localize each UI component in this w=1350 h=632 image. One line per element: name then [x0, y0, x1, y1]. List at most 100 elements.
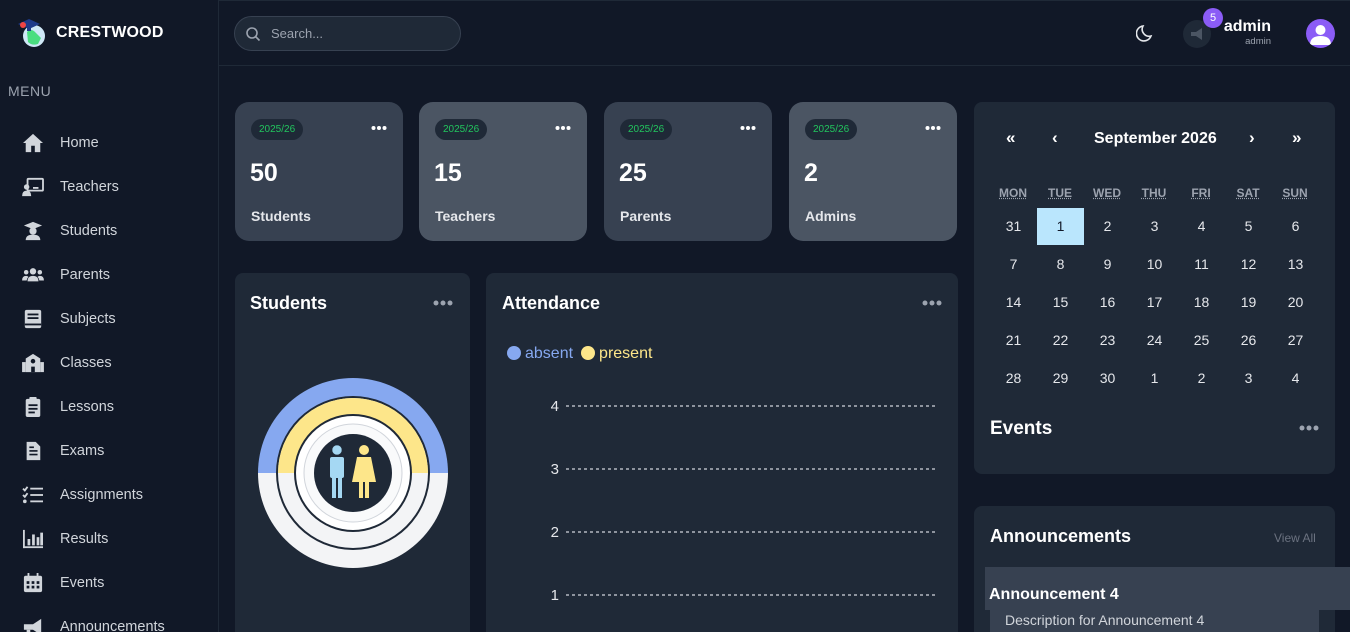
calendar-day[interactable]: 5 — [1225, 208, 1272, 245]
weekday-label: FRI — [1191, 186, 1211, 200]
sidebar-item-lessons[interactable]: Lessons — [22, 385, 165, 429]
sidebar-item-subjects[interactable]: Subjects — [22, 297, 165, 341]
prev-month-button[interactable]: ‹ — [1052, 128, 1058, 148]
sidebar-item-label: Exams — [60, 443, 105, 459]
calendar-day[interactable]: 30 — [1084, 360, 1131, 397]
calendar-day[interactable]: 15 — [1037, 284, 1084, 321]
calendar-day[interactable]: 2 — [1084, 208, 1131, 245]
calendar-day[interactable]: 6 — [1272, 208, 1319, 245]
legend-item-absent[interactable]: absent — [507, 345, 573, 363]
legend-swatch — [581, 346, 596, 360]
sidebar-item-label: Students — [60, 223, 118, 239]
calendar-day[interactable]: 23 — [1084, 322, 1131, 359]
stat-label: Admins — [805, 208, 857, 224]
more-icon[interactable] — [922, 299, 942, 307]
search-box[interactable] — [234, 16, 461, 51]
calendar-day[interactable]: 8 — [1037, 246, 1084, 283]
more-icon[interactable] — [1299, 424, 1319, 432]
school-icon — [22, 353, 44, 373]
students-panel: Students — [235, 273, 470, 632]
calendar-month-label[interactable]: September 2026 — [1094, 130, 1217, 148]
sidebar-item-home[interactable]: Home — [22, 121, 165, 165]
calendar-day[interactable]: 11 — [1178, 246, 1225, 283]
sidebar-item-announcements[interactable]: Announcements — [22, 605, 165, 632]
calendar-day[interactable]: 24 — [1131, 322, 1178, 359]
bar-chart-icon — [23, 529, 43, 549]
stat-value: 50 — [250, 159, 278, 187]
calendar-day[interactable]: 12 — [1225, 246, 1272, 283]
calendar-day[interactable]: 16 — [1084, 284, 1131, 321]
calendar-day[interactable]: 28 — [990, 360, 1037, 397]
brand-logo[interactable]: CRESTWOOD — [16, 16, 164, 50]
sidebar-item-results[interactable]: Results — [22, 517, 165, 561]
sidebar-item-students[interactable]: Students — [22, 209, 165, 253]
more-icon[interactable] — [371, 120, 387, 136]
chart-legend: absent present — [507, 345, 652, 363]
megaphone-icon — [23, 618, 42, 632]
stat-label: Teachers — [435, 208, 496, 224]
calendar-day[interactable]: 17 — [1131, 284, 1178, 321]
more-icon[interactable] — [925, 120, 941, 136]
legend-item-present[interactable]: present — [581, 345, 652, 363]
calendar-day[interactable]: 1 — [1037, 208, 1084, 245]
y-tick-label: 4 — [551, 398, 559, 415]
calendar-day[interactable]: 19 — [1225, 284, 1272, 321]
next-month-button[interactable]: › — [1249, 128, 1255, 148]
legend-label: absent — [525, 345, 574, 362]
calendar-day[interactable]: 3 — [1131, 208, 1178, 245]
search-input[interactable] — [271, 26, 441, 41]
calendar-day[interactable]: 29 — [1037, 360, 1084, 397]
calendar-day[interactable]: 7 — [990, 246, 1037, 283]
sidebar-item-exams[interactable]: Exams — [22, 429, 165, 473]
year-pill: 2025/26 — [251, 119, 304, 140]
attendance-chart: 4 3 2 1 — [551, 398, 936, 604]
sidebar-item-parents[interactable]: Parents — [22, 253, 165, 297]
next-year-button[interactable]: » — [1292, 128, 1301, 148]
calendar-day[interactable]: 31 — [990, 208, 1037, 245]
more-icon[interactable] — [433, 299, 453, 307]
calendar-day[interactable]: 14 — [990, 284, 1037, 321]
globe-logo-icon — [18, 19, 45, 47]
sidebar-item-assignments[interactable]: Assignments — [22, 473, 165, 517]
attendance-panel: Attendance absent present 4 3 2 1 — [486, 273, 958, 632]
calendar-day[interactable]: 21 — [990, 322, 1037, 359]
panel-title: Students — [250, 293, 328, 313]
sidebar-item-label: Lessons — [60, 399, 115, 415]
calendar-day[interactable]: 26 — [1225, 322, 1272, 359]
sidebar-item-label: Teachers — [60, 179, 119, 195]
brand-name: CRESTWOOD — [56, 24, 164, 41]
calendar-day[interactable]: 13 — [1272, 246, 1319, 283]
calendar-day[interactable]: 3 — [1225, 360, 1272, 397]
sidebar-item-label: Subjects — [60, 311, 116, 327]
avatar[interactable] — [1306, 19, 1335, 48]
calendar-day[interactable]: 9 — [1084, 246, 1131, 283]
sidebar-item-classes[interactable]: Classes — [22, 341, 165, 385]
calendar-day[interactable]: 27 — [1272, 322, 1319, 359]
sidebar-item-events[interactable]: Events — [22, 561, 165, 605]
view-all-link[interactable]: View All — [1274, 531, 1316, 545]
menu-label: MENU — [8, 83, 52, 99]
weekday-label: TUE — [1048, 186, 1072, 200]
radial-center — [314, 434, 392, 512]
more-icon[interactable] — [740, 120, 756, 136]
y-axis-tick: 4 — [551, 398, 936, 415]
students-radial-chart — [258, 378, 448, 568]
teacher-icon — [22, 177, 44, 197]
calendar-day[interactable]: 10 — [1131, 246, 1178, 283]
stat-card-parents: 2025/26 25 Parents — [604, 102, 772, 241]
calendar-day[interactable]: 25 — [1178, 322, 1225, 359]
sidebar-item-teachers[interactable]: Teachers — [22, 165, 165, 209]
more-icon[interactable] — [555, 120, 571, 136]
sidebar-item-label: Home — [60, 135, 99, 151]
calendar-day[interactable]: 22 — [1037, 322, 1084, 359]
calendar-day[interactable]: 2 — [1178, 360, 1225, 397]
dark-mode-toggle-icon[interactable] — [1136, 23, 1156, 43]
prev-year-button[interactable]: « — [1006, 128, 1015, 148]
calendar-day[interactable]: 4 — [1272, 360, 1319, 397]
calendar-day[interactable]: 1 — [1131, 360, 1178, 397]
calendar-day[interactable]: 4 — [1178, 208, 1225, 245]
notification-badge: 5 — [1203, 8, 1223, 28]
calendar-day[interactable]: 20 — [1272, 284, 1319, 321]
parents-icon — [22, 268, 44, 282]
calendar-day[interactable]: 18 — [1178, 284, 1225, 321]
